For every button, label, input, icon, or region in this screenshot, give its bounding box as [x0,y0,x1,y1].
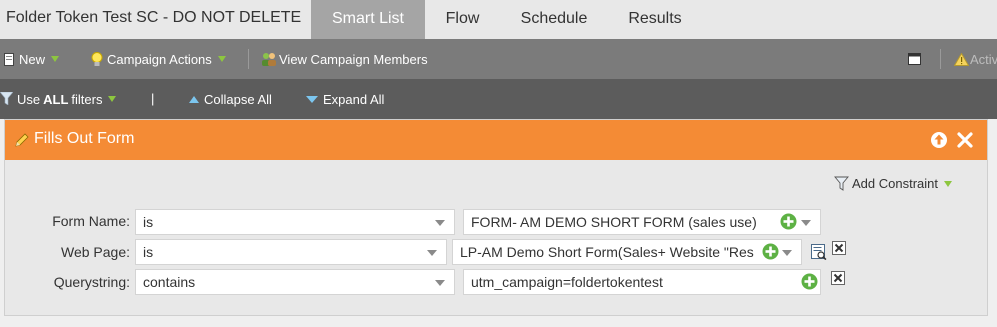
chevron-down-icon [435,280,445,286]
querystring-value: utm_campaign=foldertokentest [471,274,663,290]
toolbar: New Campaign Actions View Campaign Membe… [0,39,997,79]
web-page-value-select[interactable]: LP-AM Demo Short Form(Sales+ Website "Re… [452,239,802,265]
new-menu-button[interactable]: New [2,39,60,79]
lightbulb-icon [90,51,104,66]
filter-panel: Fills Out Form Add Constraint Form Name:… [4,119,988,316]
activation-label: Activ [970,51,997,67]
web-page-value: LP-AM Demo Short Form(Sales+ Website "Re… [460,244,754,260]
view-campaign-members-label: View Campaign Members [279,51,428,67]
chevron-down-icon [108,96,117,102]
new-document-icon [2,52,16,66]
filterbar-separator: | [151,91,155,106]
filter-options-bar: Use ALL filters | Collapse All Expand Al… [0,79,997,119]
new-menu-label: New [19,51,46,67]
querystring-label: Querystring: [53,274,130,290]
plus-circle-icon[interactable] [780,213,797,230]
form-name-value-select[interactable]: FORM- AM DEMO SHORT FORM (sales use) [463,209,821,235]
querystring-operator-select[interactable]: contains [135,269,455,295]
chevron-down-icon [435,220,445,226]
tab-results[interactable]: Results [608,0,702,39]
lookup-icon[interactable] [811,244,827,260]
use-all-filters-button[interactable]: Use ALL filters [0,79,117,119]
funnel-icon [0,92,14,106]
tab-smart-list[interactable]: Smart List [311,0,425,39]
web-page-operator-value: is [143,244,154,260]
expand-all-button[interactable]: Expand All [306,79,384,119]
add-constraint-label: Add Constraint [852,176,938,191]
querystring-value-input[interactable]: utm_campaign=foldertokentest [463,269,821,295]
chevron-down-icon [801,220,811,226]
chevron-down-icon [51,56,60,62]
delete-icon[interactable] [831,271,845,285]
tab-schedule[interactable]: Schedule [500,0,608,39]
filter-header: Fills Out Form [5,120,987,160]
plus-circle-icon[interactable] [762,243,779,260]
window-button[interactable] [907,39,924,79]
close-icon[interactable] [956,131,974,149]
campaign-title: Folder Token Test SC - DO NOT DELETE [6,9,302,26]
tab-flow[interactable]: Flow [425,0,500,39]
funnel-icon [834,176,849,191]
form-name-label: Form Name: [52,213,130,229]
collapse-all-button[interactable]: Collapse All [189,79,272,119]
triangle-up-icon [189,95,199,103]
add-constraint-button[interactable]: Add Constraint [834,176,952,191]
form-name-value: FORM- AM DEMO SHORT FORM (sales use) [471,214,757,230]
chevron-down-icon [427,250,437,256]
chevron-down-icon [782,250,792,256]
filters-label: filters [71,91,103,107]
toolbar-divider [940,49,941,69]
window-icon [907,52,921,66]
expand-all-label: Expand All [323,91,385,107]
pencil-icon [15,133,29,147]
arrow-up-circle-icon[interactable] [930,131,948,149]
campaign-actions-label: Campaign Actions [107,51,212,67]
web-page-operator-select[interactable]: is [135,239,447,265]
collapse-all-label: Collapse All [204,91,272,107]
people-icon [261,52,277,66]
plus-circle-icon[interactable] [801,273,818,290]
form-name-operator-select[interactable]: is [135,209,455,235]
filter-title: Fills Out Form [34,130,135,147]
triangle-down-icon [306,95,318,103]
form-name-operator-value: is [143,214,154,230]
querystring-operator-value: contains [143,274,196,290]
web-page-label: Web Page: [60,244,130,260]
chevron-down-icon [217,56,226,62]
use-label: Use [17,91,41,107]
campaign-actions-button[interactable]: Campaign Actions [90,39,226,79]
tab-bar: Folder Token Test SC - DO NOT DELETE Sma… [0,0,997,39]
warning-icon [954,52,969,66]
use-all-label: ALL [43,91,69,107]
toolbar-divider [248,49,249,69]
activation-button[interactable]: Activ [954,39,997,79]
delete-icon[interactable] [832,241,846,255]
chevron-down-icon [944,180,952,187]
view-campaign-members-button[interactable]: View Campaign Members [261,39,428,79]
